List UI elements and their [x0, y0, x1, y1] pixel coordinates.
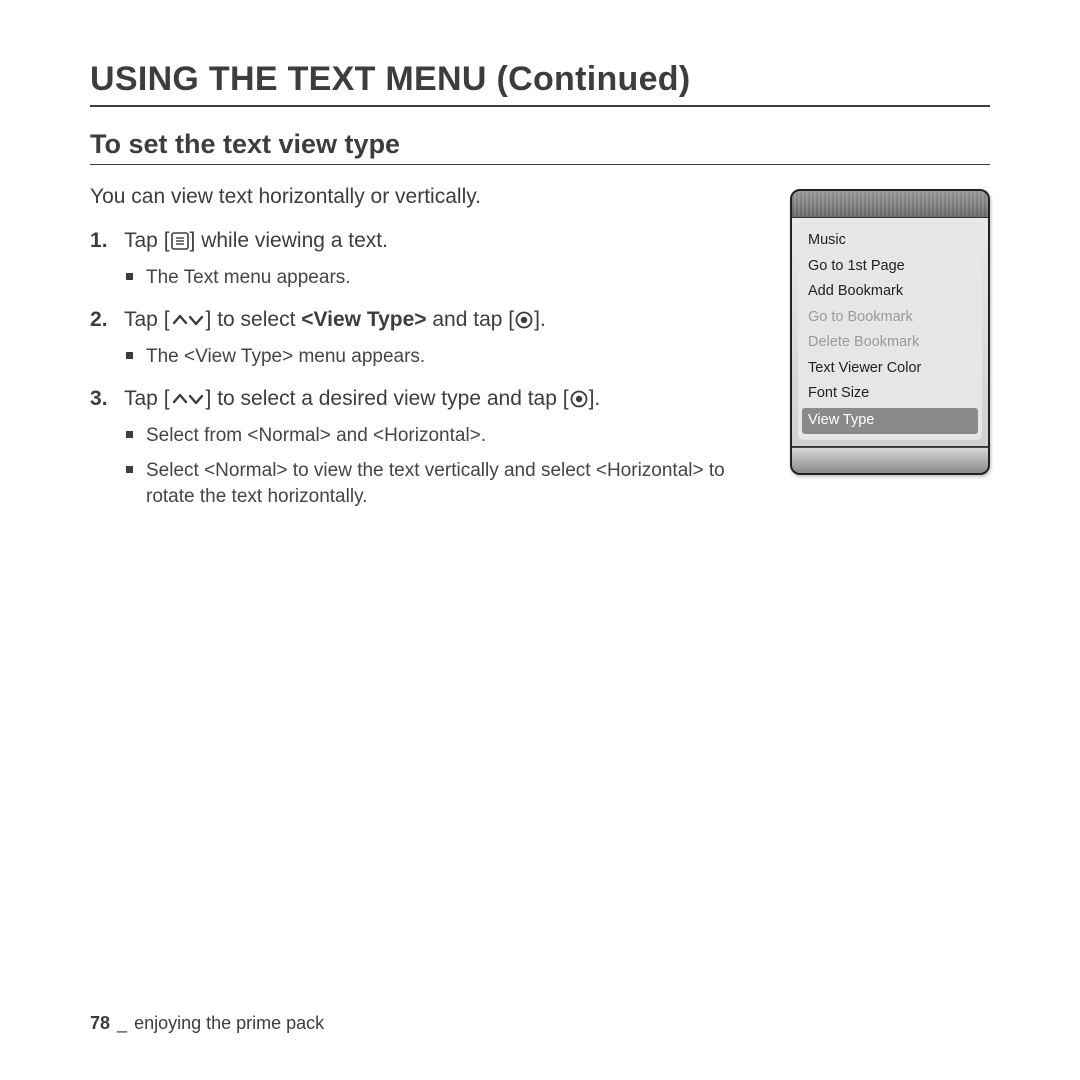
page-number: 78	[90, 1013, 110, 1033]
step-1-sub-1: The Text menu appears.	[124, 265, 770, 292]
step-1-pre: Tap [	[124, 229, 170, 252]
intro-text: You can view text horizontally or vertic…	[90, 185, 770, 209]
device-menu-item-selected: View Type	[802, 408, 978, 434]
device-menu-item: Text Viewer Color	[798, 356, 982, 382]
menu-button-icon	[171, 232, 189, 250]
ok-button-icon	[515, 311, 533, 329]
device-bezel-top	[792, 191, 988, 217]
step-3-pre: Tap [	[124, 387, 170, 410]
steps-list: Tap [ ] while viewing a text. The Text me…	[90, 227, 770, 511]
ok-button-icon	[570, 390, 588, 408]
step-1-post: ] while viewing a text.	[190, 229, 388, 252]
step-2-sub-1: The <View Type> menu appears.	[124, 344, 770, 371]
page-title: USING THE TEXT MENU (Continued)	[90, 60, 990, 107]
step-3-sub-1: Select from <Normal> and <Horizontal>.	[124, 423, 770, 450]
footer-separator: _	[117, 1013, 127, 1033]
step-2-bold: <View Type>	[301, 308, 426, 331]
device-screen: Music Go to 1st Page Add Bookmark Go to …	[792, 217, 988, 447]
step-3: Tap [ ] to select a desired view type and…	[90, 385, 770, 511]
device-illustration: Music Go to 1st Page Add Bookmark Go to …	[790, 189, 990, 475]
device-menu-item: Go to 1st Page	[798, 254, 982, 280]
device-menu-item: Music	[798, 228, 982, 254]
step-3-post: ].	[589, 387, 601, 410]
device-menu-item-disabled: Delete Bookmark	[798, 330, 982, 356]
step-1: Tap [ ] while viewing a text. The Text me…	[90, 227, 770, 292]
section-title: To set the text view type	[90, 129, 990, 165]
device-menu-item-disabled: Go to Bookmark	[798, 305, 982, 331]
device-bezel-bottom	[792, 447, 988, 473]
step-2: Tap [ ] to select <View Type> and tap [].…	[90, 306, 770, 371]
device-menu-item: Font Size	[798, 381, 982, 407]
up-down-icon	[171, 390, 205, 408]
step-3-mid: ] to select a desired view type and tap …	[206, 387, 569, 410]
up-down-icon	[171, 311, 205, 329]
step-3-sub-2: Select <Normal> to view the text vertica…	[124, 458, 770, 511]
device-menu-item: Add Bookmark	[798, 279, 982, 305]
step-2-pre: Tap [	[124, 308, 170, 331]
chapter-name: enjoying the prime pack	[134, 1013, 324, 1033]
step-2-mid: ] to select	[206, 308, 302, 331]
device-menu: Music Go to 1st Page Add Bookmark Go to …	[798, 222, 982, 440]
step-2-post: ].	[534, 308, 546, 331]
step-2-mid2: and tap [	[427, 308, 515, 331]
page-footer: 78 _ enjoying the prime pack	[90, 1013, 324, 1034]
